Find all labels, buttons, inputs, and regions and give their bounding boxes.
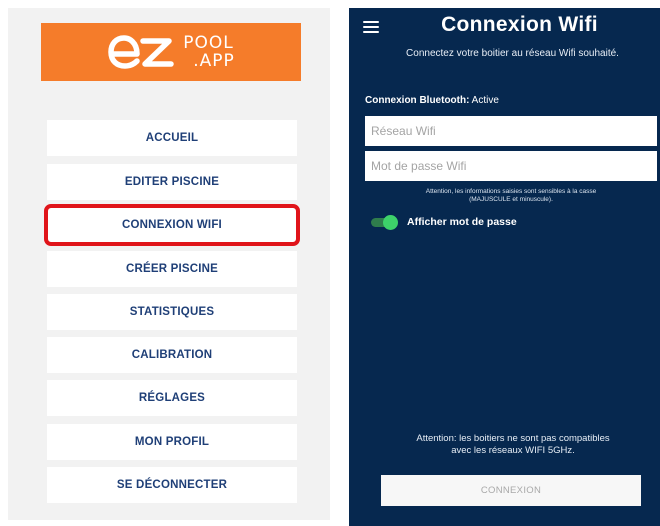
menu-item-accueil[interactable]: ACCUEIL — [47, 120, 297, 156]
case-sensitivity-warning: Attention, les informations saisies sont… — [365, 188, 657, 204]
logo-line-1: POOL — [183, 33, 234, 53]
bluetooth-status: Connexion Bluetooth: Active — [365, 95, 499, 106]
show-password-row: Afficher mot de passe — [371, 215, 517, 230]
bluetooth-status-label: Connexion Bluetooth: — [365, 95, 470, 106]
case-warning-line-1: Attention, les informations saisies sont… — [425, 188, 597, 195]
wifi-connection-screen: Connexion Wifi Connectez votre boitier a… — [349, 8, 660, 526]
connect-button[interactable]: CONNEXION — [381, 475, 641, 506]
side-menu: POOL .APP ACCUEIL EDITER PISCINE CONNEXI… — [8, 8, 330, 520]
menu-item-reglages[interactable]: RÉGLAGES — [47, 380, 297, 416]
show-password-toggle[interactable] — [371, 215, 398, 230]
wifi-password-input[interactable] — [365, 151, 657, 181]
toggle-knob — [383, 215, 398, 230]
wifi-network-input[interactable] — [365, 116, 657, 146]
menu-item-editer-piscine[interactable]: EDITER PISCINE — [47, 164, 297, 200]
hamburger-menu-icon[interactable] — [363, 21, 379, 33]
ezpool-logo: POOL .APP — [41, 23, 301, 81]
menu-item-calibration[interactable]: CALIBRATION — [47, 337, 297, 373]
ez-logo-icon — [108, 35, 174, 69]
menu-item-se-deconnecter[interactable]: SE DÉCONNECTER — [47, 467, 297, 503]
logo-line-2: .APP — [193, 51, 235, 71]
page-subtitle: Connectez votre boitier au réseau Wifi s… — [406, 48, 619, 59]
menu-item-connexion-wifi[interactable]: CONNEXION WIFI — [44, 204, 300, 246]
menu-item-creer-piscine[interactable]: CRÉER PISCINE — [47, 251, 297, 287]
show-password-label: Afficher mot de passe — [407, 216, 517, 228]
case-warning-line-2: (MAJUSCULE et minuscule). — [469, 196, 553, 203]
logo-wordmark: POOL .APP — [183, 34, 235, 70]
menu-item-mon-profil[interactable]: MON PROFIL — [47, 424, 297, 460]
bluetooth-status-value: Active — [471, 95, 499, 106]
compat-warning-line-2: avec les réseaux WIFI 5GHz. — [451, 445, 575, 456]
page-title: Connexion Wifi — [441, 13, 598, 36]
menu-item-statistiques[interactable]: STATISTIQUES — [47, 294, 297, 330]
compatibility-warning: Attention: les boitiers ne sont pas comp… — [373, 433, 653, 457]
compat-warning-line-1: Attention: les boitiers ne sont pas comp… — [416, 433, 610, 444]
